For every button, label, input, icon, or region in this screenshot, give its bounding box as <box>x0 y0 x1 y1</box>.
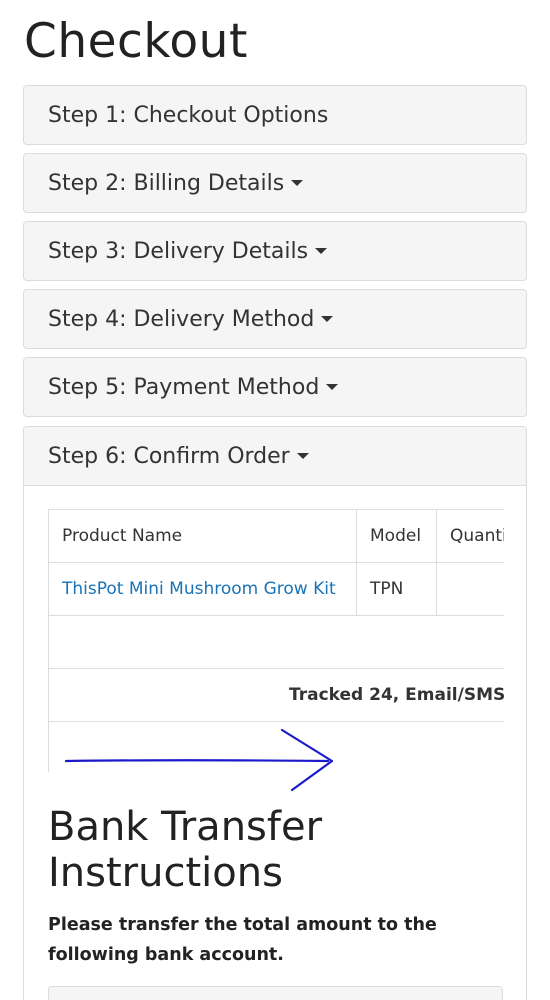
bank-transfer-instructions: Please transfer the total amount to the … <box>48 915 437 965</box>
bank-transfer-heading: Bank Transfer Instructions <box>48 804 322 896</box>
product-name-cell: ThisPot Mini Mushroom Grow Kit <box>48 562 357 616</box>
step-2-panel: Step 2: Billing Details <box>23 153 527 213</box>
shipping-total-label: Tracked 24, Email/SMS <box>48 668 504 722</box>
table-row: ThisPot Mini Mushroom Grow Kit TPN <box>48 562 504 616</box>
page-title: Checkout <box>24 14 248 69</box>
step-2-label: Step 2: Billing Details <box>48 170 285 196</box>
totals-row: Tracked 24, Email/SMS <box>48 668 504 722</box>
caret-down-icon <box>321 316 334 322</box>
step-4-label: Step 4: Delivery Method <box>48 306 315 332</box>
shipping-method-label: Tracked 24, Email/SMS <box>289 685 504 705</box>
arrow-shaft <box>64 759 330 763</box>
table-header-row: Product Name Model Quantity <box>48 509 504 563</box>
caret-down-icon <box>291 180 304 186</box>
column-header-model: Model <box>356 509 437 563</box>
totals-row <box>48 615 504 669</box>
column-header-product-name: Product Name <box>48 509 357 563</box>
step-1-label: Step 1: Checkout Options <box>48 102 329 128</box>
bank-transfer-title-line2: Instructions <box>48 850 283 896</box>
model-cell: TPN <box>356 562 437 616</box>
drawn-arrow-annotation <box>64 728 334 792</box>
column-header-quantity: Quantity <box>436 509 504 563</box>
step-3-label: Step 3: Delivery Details <box>48 238 309 264</box>
step-6-panel-header: Step 6: Confirm Order <box>24 427 526 486</box>
caret-down-icon <box>315 248 328 254</box>
step-4-panel: Step 4: Delivery Method <box>23 289 527 349</box>
step-1-panel: Step 1: Checkout Options <box>23 85 527 145</box>
step-2-heading[interactable]: Step 2: Billing Details <box>48 154 304 212</box>
step-6-label: Step 6: Confirm Order <box>48 443 290 469</box>
product-link[interactable]: ThisPot Mini Mushroom Grow Kit <box>62 579 336 599</box>
bank-transfer-title-line1: Bank Transfer <box>48 804 323 850</box>
step-3-panel: Step 3: Delivery Details <box>23 221 527 281</box>
caret-down-icon <box>326 384 339 390</box>
checkout-page: Checkout Step 1: Checkout Options Step 2… <box>0 0 550 1000</box>
step-5-label: Step 5: Payment Method <box>48 374 320 400</box>
quantity-cell <box>436 562 504 616</box>
totals-cell <box>48 615 504 669</box>
step-5-panel: Step 5: Payment Method <box>23 357 527 417</box>
step-5-heading[interactable]: Step 5: Payment Method <box>48 358 339 416</box>
step-1-heading[interactable]: Step 1: Checkout Options <box>48 86 328 144</box>
step-6-heading[interactable]: Step 6: Confirm Order <box>48 427 309 485</box>
caret-down-icon <box>296 453 309 459</box>
bank-details-box <box>48 986 503 1000</box>
step-4-heading[interactable]: Step 4: Delivery Method <box>48 290 334 348</box>
step-3-heading[interactable]: Step 3: Delivery Details <box>48 222 328 280</box>
